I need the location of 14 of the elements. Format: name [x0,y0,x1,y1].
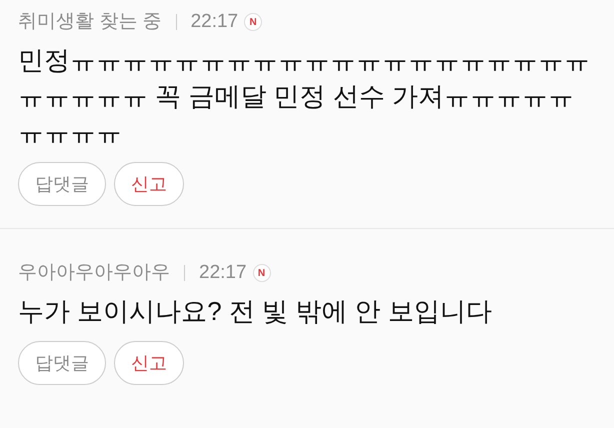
new-badge: N [252,264,271,282]
comment-text: 누가 보이시나요? 전 빛 밖에 안 보입니다 [18,295,493,328]
reply-button[interactable]: 답댓글 [18,341,106,385]
comment-text: 민정ㅠㅠㅠㅠㅠㅠㅠㅠㅠㅠㅠㅠㅠㅠㅠㅠㅠㅠㅠㅠㅠㅠㅠㅠㅠ 꼭 금메달 민정 선수 가져ㅠㅠㅠㅠㅠㅠㅠㅠㅠ [18,44,591,149]
new-badge: N [244,13,262,31]
report-button[interactable]: 신고 [114,341,184,385]
report-button[interactable]: 신고 [114,162,184,206]
author-name: 우아아우아우아우 [18,260,170,285]
reply-button[interactable]: 답댓글 [18,162,106,206]
separator [184,265,185,281]
separator [176,14,177,30]
comment-time: 22:17 [190,10,238,34]
author-name: 취미생활 찾는 중 [18,10,162,34]
comment-time: 22:17 [199,260,247,285]
